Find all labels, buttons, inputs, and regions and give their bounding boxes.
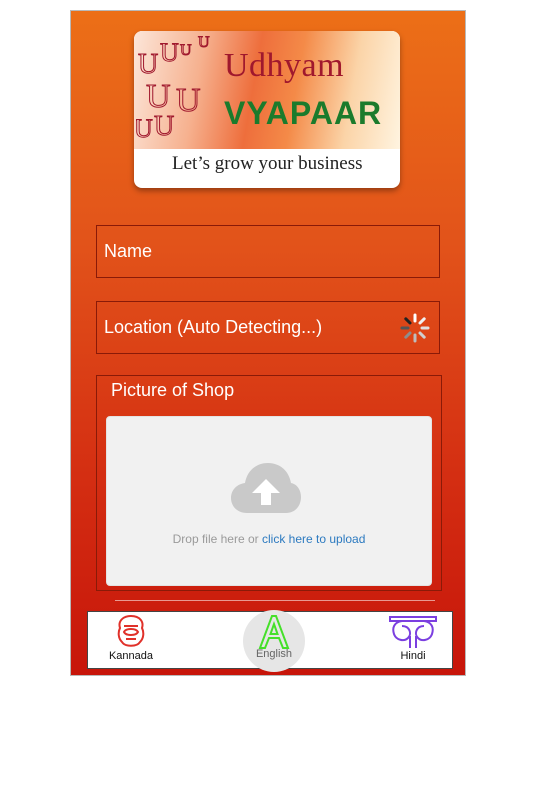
- letter-a-icon: [258, 615, 290, 649]
- file-dropzone[interactable]: Drop file here or click here to upload: [106, 416, 432, 586]
- svg-text:U: U: [198, 34, 210, 51]
- brand-tagline: Let’s grow your business: [172, 153, 363, 174]
- kannada-letter-icon: [117, 614, 145, 647]
- divider: [115, 600, 435, 601]
- language-english-button[interactable]: English: [243, 610, 305, 672]
- shop-picture-section: Picture of Shop Drop file here or click …: [96, 375, 442, 591]
- location-input-placeholder: Location (Auto Detecting...): [104, 317, 323, 337]
- svg-text:U: U: [180, 42, 192, 59]
- devanagari-letter-icon: [389, 616, 437, 648]
- name-input[interactable]: Name: [96, 225, 440, 278]
- svg-text:U: U: [154, 111, 174, 142]
- svg-text:U: U: [146, 78, 171, 115]
- drop-text: Drop file here or: [172, 532, 262, 546]
- name-input-placeholder: Name: [104, 241, 153, 261]
- brand-subtitle: VYAPAAR: [224, 95, 383, 131]
- brand-title: Udhyam: [224, 47, 345, 84]
- location-input[interactable]: Location (Auto Detecting...): [96, 301, 440, 354]
- svg-text:U: U: [138, 49, 158, 80]
- language-english-label: English: [255, 648, 293, 660]
- svg-text:U: U: [136, 114, 153, 143]
- u-monogram-icon: U U U U U U U U: [136, 34, 211, 144]
- upload-link[interactable]: click here to upload: [262, 532, 365, 546]
- language-hindi-label: Hindi: [400, 650, 426, 662]
- shop-picture-legend: Picture of Shop: [111, 380, 235, 400]
- language-selector: Kannada English Hindi: [87, 610, 453, 672]
- language-kannada-label: Kannada: [108, 650, 154, 662]
- language-hindi-button[interactable]: Hindi: [373, 614, 453, 668]
- svg-text:U: U: [176, 82, 201, 119]
- loading-spinner-icon: [400, 313, 430, 343]
- app-screen: U U U U U U U U Udhyam VYAPAAR Let’s gro…: [70, 10, 466, 676]
- language-kannada-button[interactable]: Kannada: [91, 614, 171, 668]
- svg-text:U: U: [160, 38, 179, 67]
- brand-logo: U U U U U U U U Udhyam VYAPAAR Let’s gro…: [134, 31, 400, 188]
- drop-instructions: Drop file here or click here to upload: [107, 532, 431, 546]
- cloud-upload-icon: [231, 463, 301, 513]
